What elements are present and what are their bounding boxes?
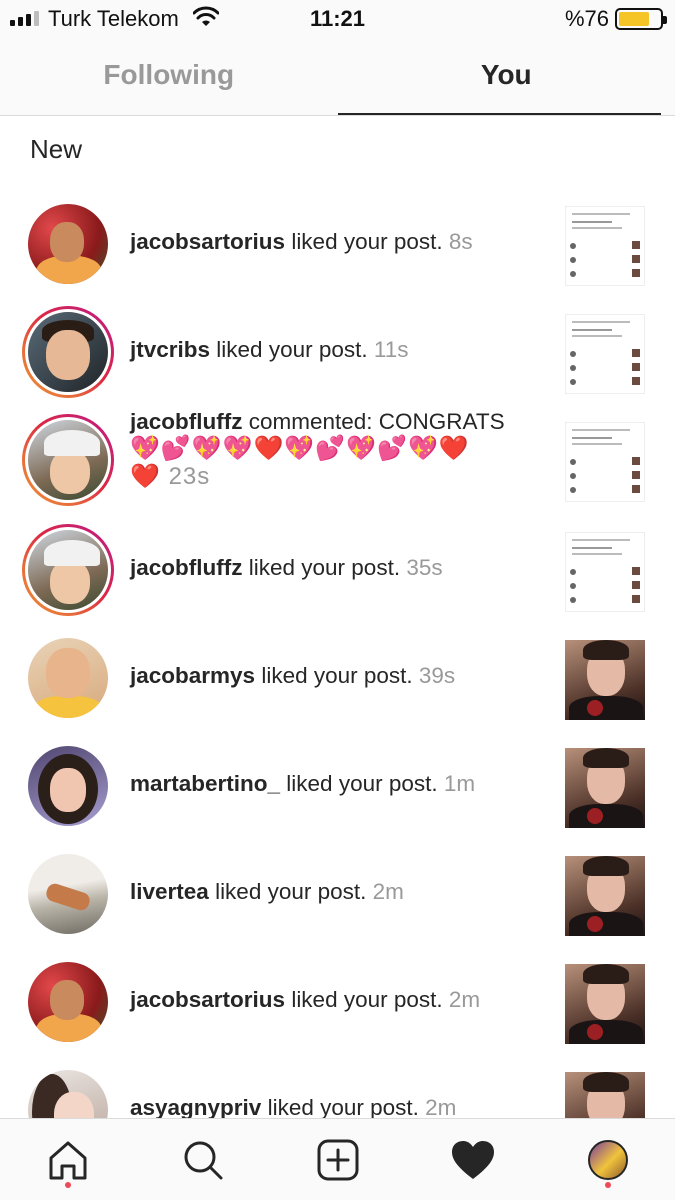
notification-text: jacobfluffz liked your post. 35s xyxy=(130,554,545,581)
notification-action: liked your post. xyxy=(280,771,444,796)
notification-text: martabertino_ liked your post. 1m xyxy=(130,770,545,797)
notification-action: liked your post. xyxy=(261,1095,426,1118)
activity-tabs: Following You xyxy=(0,40,675,116)
post-thumbnail[interactable] xyxy=(565,748,645,828)
notification-row[interactable]: jtvcribs liked your post. 11s xyxy=(0,298,675,406)
post-thumbnail[interactable] xyxy=(565,532,645,612)
username-link[interactable]: asyagnypriv xyxy=(130,1095,261,1118)
notification-row[interactable]: jacobarmys liked your post. 39s xyxy=(0,624,675,732)
post-thumbnail[interactable] xyxy=(565,856,645,936)
username-link[interactable]: jtvcribs xyxy=(130,337,210,362)
notification-action: liked your post. xyxy=(285,987,449,1012)
section-title-new: New xyxy=(30,134,83,164)
avatar[interactable] xyxy=(28,746,108,826)
username-link[interactable]: jacobsartorius xyxy=(130,229,285,254)
username-link[interactable]: jacobfluffz xyxy=(130,409,243,434)
post-thumbnail[interactable] xyxy=(565,1072,645,1118)
notification-text: livertea liked your post. 2m xyxy=(130,878,545,905)
notification-time: 2m xyxy=(425,1095,457,1118)
search-icon xyxy=(184,1141,222,1179)
notification-row[interactable]: martabertino_ liked your post. 1m xyxy=(0,732,675,840)
new-post-tab[interactable] xyxy=(308,1130,368,1190)
avatar[interactable] xyxy=(28,204,108,284)
username-link[interactable]: jacobsartorius xyxy=(130,987,285,1012)
username-link[interactable]: livertea xyxy=(130,879,209,904)
home-icon xyxy=(49,1141,86,1179)
notification-action: liked your post. xyxy=(208,879,373,904)
activity-tab[interactable] xyxy=(443,1130,503,1190)
heart-icon xyxy=(451,1140,494,1179)
comment-emoji-tail: ❤️ 23s xyxy=(130,463,211,490)
notification-time: 2m xyxy=(372,879,404,904)
avatar[interactable] xyxy=(28,962,108,1042)
post-thumbnail[interactable] xyxy=(565,964,645,1044)
notification-time: 8s xyxy=(448,229,473,254)
battery-icon xyxy=(615,8,667,30)
notification-row[interactable]: jacobfluffz liked your post. 35s xyxy=(0,516,675,624)
notification-row[interactable]: livertea liked your post. 2m xyxy=(0,840,675,948)
post-thumbnail[interactable] xyxy=(565,206,645,286)
avatar-story-ring[interactable] xyxy=(22,306,114,398)
notification-text: jacobsartorius liked your post. 8s xyxy=(130,228,545,255)
comment-emoji: 💖💕💖💖❤️💖💕💖💕💖❤️ xyxy=(130,435,470,462)
notification-time: 1m xyxy=(443,771,476,796)
status-bar: Turk Telekom 11:21 %76 xyxy=(0,0,675,40)
notification-action: commented: CONGRATS xyxy=(242,409,505,434)
search-tab[interactable] xyxy=(173,1130,233,1190)
bottom-tab-bar xyxy=(0,1118,675,1200)
post-thumbnail[interactable] xyxy=(565,640,645,720)
notification-row[interactable]: jacobsartorius liked your post. 2m xyxy=(0,948,675,1056)
home-notification-dot xyxy=(64,1181,71,1188)
notification-time: 23s xyxy=(168,463,211,490)
avatar[interactable] xyxy=(28,1070,108,1118)
username-link[interactable]: martabertino_ xyxy=(130,771,280,796)
notification-text: jacobsartorius liked your post. 2m xyxy=(130,986,545,1013)
add-post-icon xyxy=(317,1139,358,1180)
avatar[interactable] xyxy=(28,854,108,934)
profile-notification-dot xyxy=(604,1181,611,1188)
avatar[interactable] xyxy=(28,638,108,718)
notification-row[interactable]: asyagnypriv liked your post. 2m xyxy=(0,1056,675,1118)
notification-text: jacobarmys liked your post. 39s xyxy=(130,662,545,689)
notification-row[interactable]: jacobsartorius liked your post. 8s xyxy=(0,190,675,298)
notification-row[interactable]: jacobfluffz commented: CONGRATS 💖💕💖💖❤️💖💕… xyxy=(0,406,675,516)
notification-time: 2m xyxy=(448,987,481,1012)
tab-following[interactable]: Following xyxy=(0,40,338,115)
avatar-story-ring[interactable] xyxy=(22,414,114,506)
home-tab[interactable] xyxy=(38,1130,98,1190)
notification-text: asyagnypriv liked your post. 2m xyxy=(130,1094,545,1118)
notification-action: liked your post. xyxy=(285,229,449,254)
battery-level xyxy=(619,12,650,26)
post-thumbnail[interactable] xyxy=(565,314,645,394)
notification-text: jacobfluffz commented: CONGRATS 💖💕💖💖❤️💖💕… xyxy=(130,408,545,491)
notification-time: 35s xyxy=(406,555,443,580)
username-link[interactable]: jacobfluffz xyxy=(130,555,243,580)
profile-avatar xyxy=(587,1139,628,1180)
tab-you[interactable]: You xyxy=(337,40,675,115)
notification-list: jacobsartorius liked your post. 8s jtvcr… xyxy=(0,190,675,1118)
notification-time: 39s xyxy=(418,663,456,688)
notification-action: liked your post. xyxy=(255,663,419,688)
notification-action: liked your post. xyxy=(210,337,374,362)
battery-percentage: %76 xyxy=(564,6,609,31)
notification-action: liked your post. xyxy=(242,555,407,580)
username-link[interactable]: jacobarmys xyxy=(130,663,255,688)
notification-text: jtvcribs liked your post. 11s xyxy=(130,336,545,363)
notification-time: 11s xyxy=(373,337,409,362)
profile-tab[interactable] xyxy=(578,1130,638,1190)
post-thumbnail[interactable] xyxy=(565,422,645,502)
avatar-story-ring[interactable] xyxy=(22,524,114,616)
